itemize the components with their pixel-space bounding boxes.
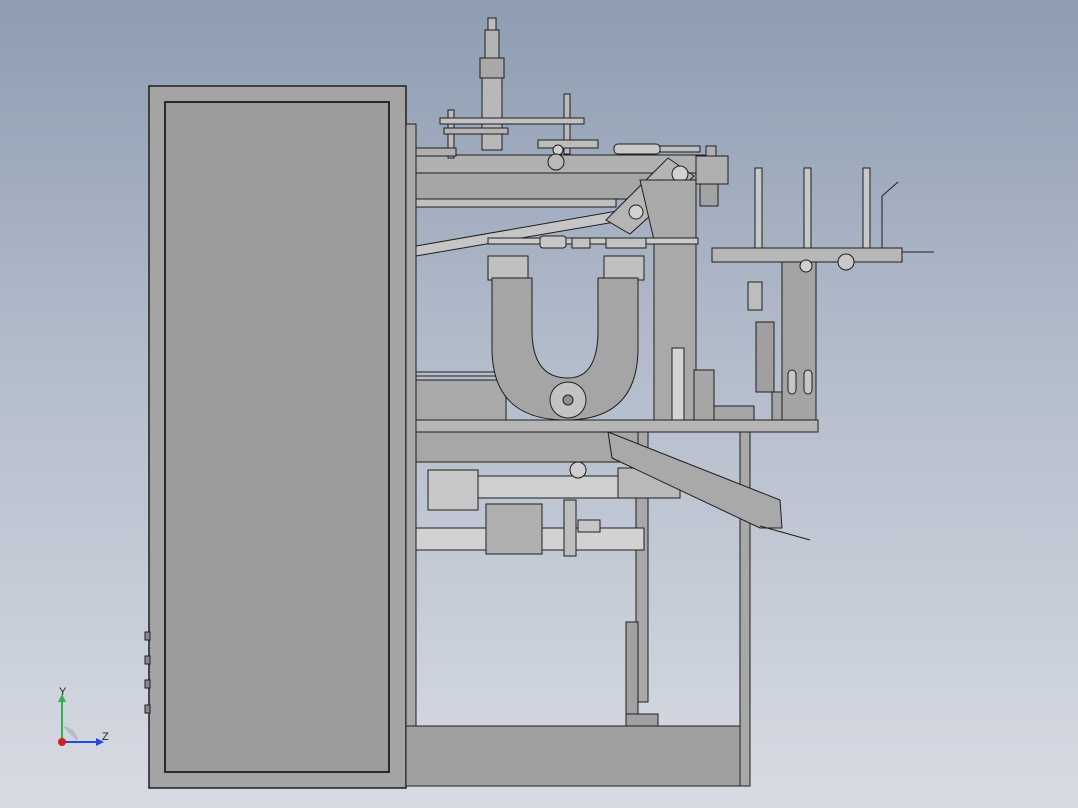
- cad-viewport[interactable]: Y Z: [0, 0, 1078, 808]
- electrical-cabinet: [144, 85, 407, 789]
- y-axis-label: Y: [59, 686, 67, 698]
- right-tray: [711, 167, 934, 273]
- coordinate-triad: Y Z: [52, 686, 122, 752]
- right-frame: [693, 257, 817, 421]
- machine-model-side-view[interactable]: [0, 0, 1078, 808]
- u-bracket: [491, 277, 639, 421]
- z-axis-label: Z: [102, 731, 109, 743]
- base-box: [405, 725, 745, 787]
- top-column: [415, 17, 717, 171]
